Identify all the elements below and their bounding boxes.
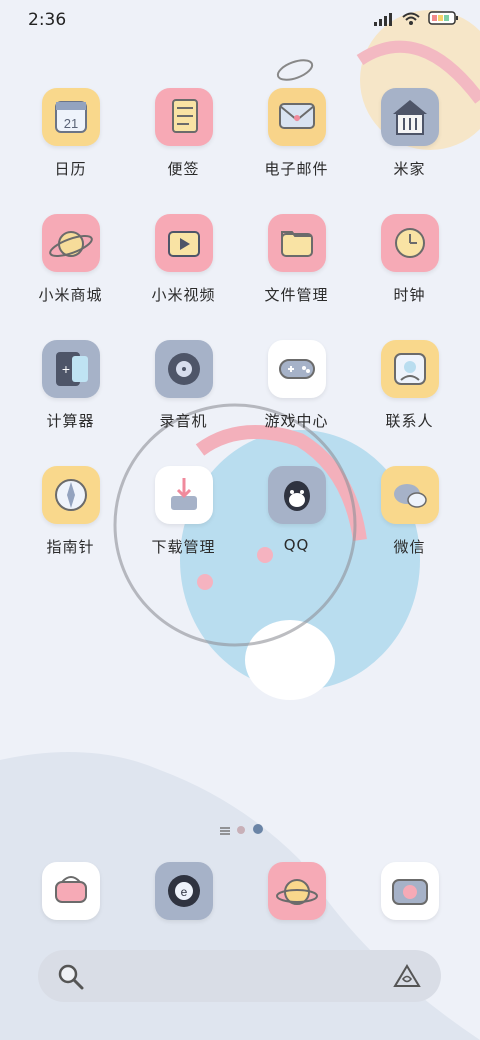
- app-clock[interactable]: 时钟: [353, 214, 466, 305]
- app-file-manager[interactable]: 文件管理: [240, 214, 353, 305]
- browser-icon: e: [154, 862, 213, 920]
- notes-icon: [154, 88, 213, 146]
- app-label: 便签: [167, 160, 200, 178]
- status-time: 2:36: [28, 10, 67, 30]
- app-label: 游戏中心: [264, 412, 329, 430]
- dock-browser[interactable]: e: [127, 862, 240, 920]
- calendar-icon: 21: [41, 88, 100, 146]
- contacts-icon: [380, 340, 439, 398]
- app-recorder[interactable]: 录音机: [127, 340, 240, 431]
- app-mail[interactable]: 电子邮件: [240, 88, 353, 179]
- download-icon: [154, 466, 213, 524]
- app-notes[interactable]: 便签: [127, 88, 240, 179]
- app-label: 小米商城: [38, 286, 103, 304]
- app-label: 时钟: [393, 286, 426, 304]
- app-label: 文件管理: [264, 286, 329, 304]
- app-label: 指南针: [46, 538, 95, 556]
- dock-themes[interactable]: [240, 862, 353, 920]
- mail-icon: [267, 88, 326, 146]
- calculator-icon: +: [41, 340, 100, 398]
- app-contacts[interactable]: 联系人: [353, 340, 466, 431]
- app-mi-video[interactable]: 小米视频: [127, 214, 240, 305]
- svg-text:21: 21: [63, 116, 77, 131]
- page-indicator[interactable]: [220, 820, 264, 839]
- clock-icon: [380, 214, 439, 272]
- dock-camera[interactable]: [353, 862, 466, 920]
- app-mijia[interactable]: 米家: [353, 88, 466, 179]
- app-label: 微信: [393, 538, 426, 556]
- qq-icon: [267, 466, 326, 524]
- search-bar[interactable]: [38, 950, 441, 1002]
- home-icon: [380, 88, 439, 146]
- app-label: 计算器: [46, 412, 95, 430]
- wechat-icon: [380, 466, 439, 524]
- svg-text:+: +: [61, 361, 69, 377]
- app-calendar[interactable]: 21 日历: [14, 88, 127, 179]
- signal-bars-icon: [374, 11, 394, 30]
- app-download-manager[interactable]: 下载管理: [127, 466, 240, 557]
- wifi-icon: [402, 11, 420, 30]
- phone-icon: [41, 862, 100, 920]
- search-icon: [58, 964, 84, 994]
- page-dot-icon: [236, 820, 246, 839]
- app-label: 小米视频: [151, 286, 216, 304]
- app-compass[interactable]: 指南针: [14, 466, 127, 557]
- compass-icon: [41, 466, 100, 524]
- app-wechat[interactable]: 微信: [353, 466, 466, 557]
- app-label: 下载管理: [151, 538, 216, 556]
- status-bar: 2:36: [0, 0, 480, 40]
- store-icon: [41, 214, 100, 272]
- menu-lines-icon: [220, 820, 230, 839]
- app-label: QQ: [283, 536, 310, 554]
- app-label: 联系人: [385, 412, 434, 430]
- assistant-icon[interactable]: [393, 964, 421, 992]
- page-dot-active-icon: [252, 820, 264, 839]
- themes-icon: [267, 862, 326, 920]
- dock-phone[interactable]: [14, 862, 127, 920]
- app-mi-store[interactable]: 小米商城: [14, 214, 127, 305]
- camera-icon: [380, 862, 439, 920]
- folder-icon: [267, 214, 326, 272]
- app-calculator[interactable]: + 计算器: [14, 340, 127, 431]
- gamepad-icon: [267, 340, 326, 398]
- svg-text:e: e: [180, 885, 187, 899]
- app-label: 电子邮件: [264, 160, 329, 178]
- app-label: 录音机: [159, 412, 208, 430]
- video-icon: [154, 214, 213, 272]
- app-label: 米家: [393, 160, 426, 178]
- app-qq[interactable]: QQ: [240, 466, 353, 554]
- recorder-icon: [154, 340, 213, 398]
- app-game-center[interactable]: 游戏中心: [240, 340, 353, 431]
- app-label: 日历: [54, 160, 87, 178]
- battery-icon: [428, 10, 458, 30]
